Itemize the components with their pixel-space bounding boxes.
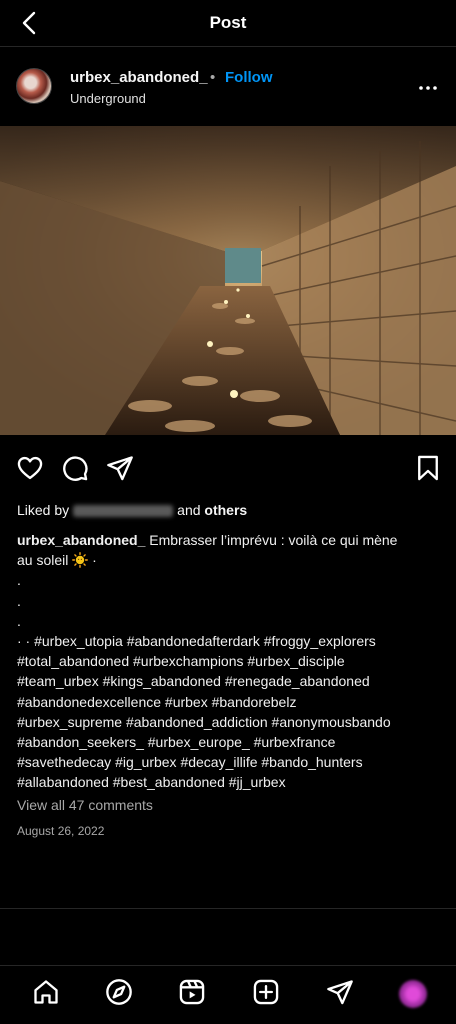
caption-username[interactable]: urbex_abandoned_ [17,532,145,548]
post-location[interactable]: Underground [70,91,146,106]
hashtag-line[interactable]: #team_urbex #kings_abandoned #renegade_a… [17,671,442,691]
liked-by-prefix: Liked by [17,502,70,518]
top-bar: Post [0,0,456,47]
caption-text-cont: au soleil [17,552,69,569]
caption-dot-line: . [17,612,21,629]
view-comments-link[interactable]: View all 47 comments [17,797,153,813]
caption-dot-line: . [17,592,21,609]
send-icon[interactable] [106,454,134,482]
post-caption: urbex_abandoned_ Embrasser l’imprévu : v… [17,530,442,793]
hashtag-line[interactable]: · · #urbex_utopia #abandonedafterdark #f… [17,631,442,651]
caption-text-end: · [92,552,97,569]
post-image[interactable] [0,126,456,435]
bookmark-icon[interactable] [414,454,442,482]
messages-icon[interactable] [326,978,354,1006]
heart-icon[interactable] [16,454,44,482]
liked-by-others[interactable]: others [204,502,247,518]
post-date: August 26, 2022 [17,824,105,838]
hashtag-line[interactable]: #total_abandoned #urbexchampions #urbex_… [17,651,442,671]
hashtag-line[interactable]: #abandonedexcellence #urbex #bandorebelz [17,692,442,712]
blurred-username[interactable] [73,505,174,518]
avatar[interactable] [16,68,52,104]
bottom-nav [0,966,456,1024]
divider [0,908,456,909]
liked-by-connector: and [177,502,201,518]
create-post-icon[interactable] [252,978,280,1006]
caption-dot-line: . [17,572,21,589]
reels-icon[interactable] [178,978,206,1006]
tunnel-photo [0,126,456,435]
explore-icon[interactable] [105,978,133,1006]
hashtag-line[interactable]: #urbex_supreme #abandoned_addiction #ano… [17,712,442,732]
post-actions [0,448,456,488]
home-icon[interactable] [32,978,60,1006]
hashtag-line[interactable]: #abandon_seekers_ #urbex_europe_ #urbexf… [17,732,442,752]
more-options-icon[interactable] [416,76,440,100]
follow-button[interactable]: Follow [225,69,273,86]
page-title: Post [209,13,247,32]
likes-summary: Liked by and others [17,502,247,518]
separator-dot: • [210,69,216,86]
sun-emoji-icon [72,552,89,569]
caption-text: Embrasser l’imprévu : voilà ce qui mène [149,532,398,548]
hashtag-line[interactable]: #savethedecay #ig_urbex #decay_illife #b… [17,752,442,772]
comment-icon[interactable] [61,454,89,482]
profile-avatar[interactable] [399,980,427,1008]
post-header: urbex_abandoned_ • Follow Underground [0,48,456,126]
post-username[interactable]: urbex_abandoned_ [70,69,208,86]
hashtag-line[interactable]: #allabandoned #best_abandoned #jj_urbex [17,772,442,792]
